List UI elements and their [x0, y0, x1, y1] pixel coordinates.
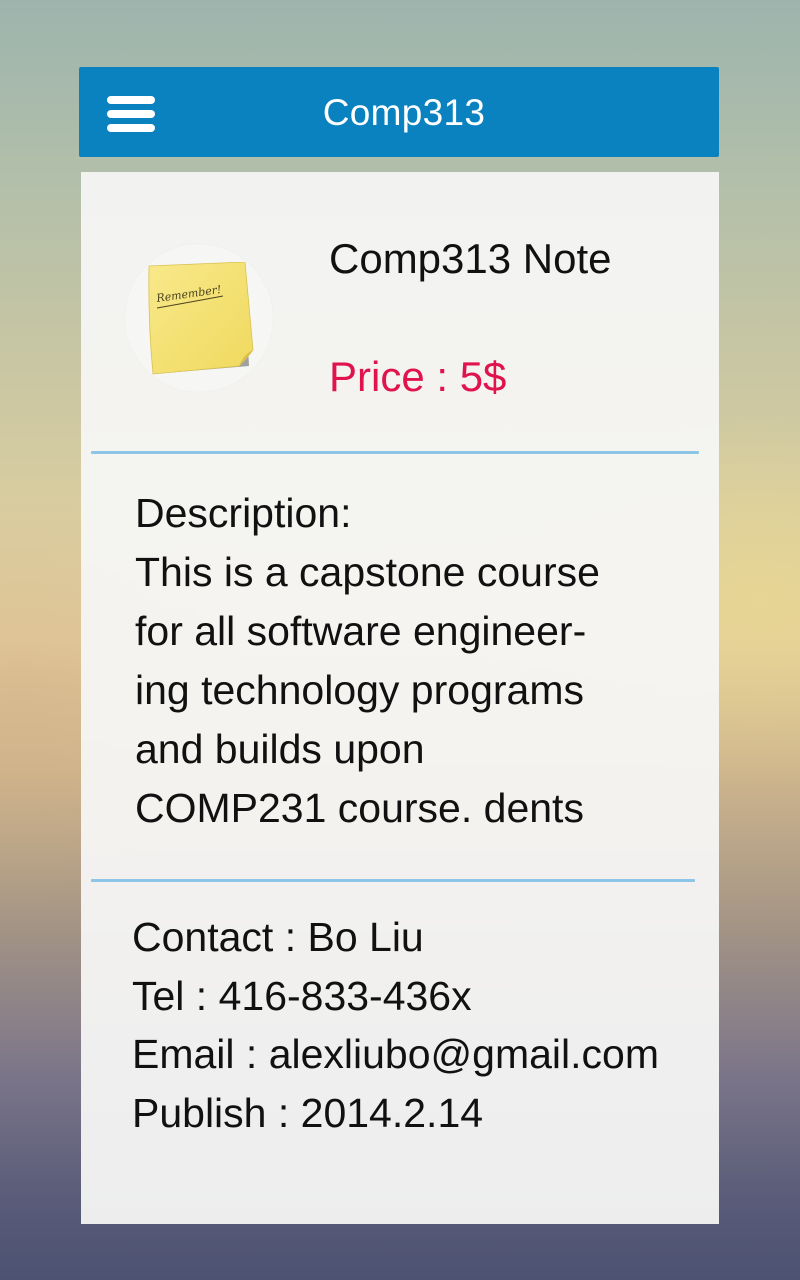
- product-price: Price : 5$: [329, 353, 507, 400]
- contact-section: Contact : Bo Liu Tel : 416-833-436x Emai…: [132, 908, 712, 1142]
- divider: [91, 879, 695, 882]
- app-bar-title: Comp313: [322, 92, 486, 133]
- app-bar: Comp313: [79, 67, 719, 157]
- divider: [91, 451, 699, 454]
- description-line: ing technology programs: [135, 667, 584, 713]
- description-section: Description: This is a capstone course f…: [135, 484, 695, 838]
- contact-name: Contact : Bo Liu: [132, 914, 424, 960]
- description-line: This is a capstone course: [135, 549, 600, 595]
- contact-email[interactable]: Email : alexliubo@gmail.com: [132, 1025, 712, 1084]
- sticky-note-icon: Remember!: [148, 262, 254, 375]
- description-line: for all software engineer-: [135, 608, 587, 654]
- product-title: Comp313 Note: [329, 235, 612, 282]
- description-line: and builds upon: [135, 726, 425, 772]
- product-detail-card: Remember! Comp313 Note Price : 5$ Descri…: [81, 172, 719, 1224]
- description-line: COMP231 course. dents: [135, 785, 584, 831]
- description-heading: Description:: [135, 490, 352, 536]
- publish-date: Publish : 2014.2.14: [132, 1089, 484, 1136]
- contact-phone[interactable]: Tel : 416-833-436x: [132, 967, 712, 1026]
- product-image: Remember!: [125, 244, 273, 392]
